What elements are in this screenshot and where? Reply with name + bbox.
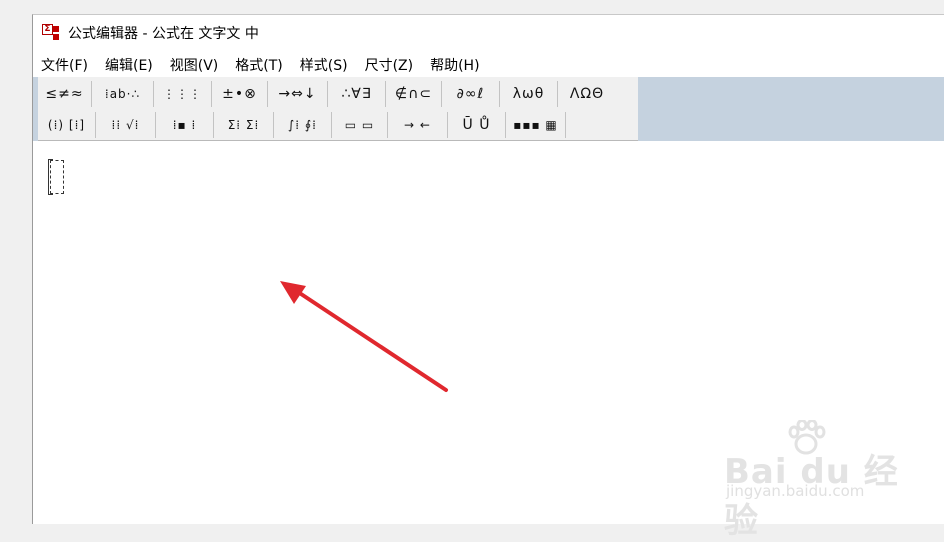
greek-lowercase-icon[interactable]: λωθ	[500, 81, 558, 107]
products-set-theory-templates-icon[interactable]: Ū Ů	[448, 112, 506, 138]
integral-templates-icon[interactable]: ∫⁞ ∮⁞	[274, 112, 332, 138]
template-palette-row: (⁞) [⁞] ⁞⁞ √⁞ ⁞▪ ⁞ Σ⁞ Σ⁞ ∫⁞ ∮⁞ ▭ ▭ → ← Ū…	[38, 110, 566, 140]
subscript-superscript-templates-icon[interactable]: ⁞▪ ⁞	[156, 112, 214, 138]
app-icon-block-bottom	[53, 34, 59, 40]
underbar-overbar-templates-icon[interactable]: ▭ ▭	[332, 112, 388, 138]
menu-size[interactable]: 尺寸(Z)	[365, 55, 414, 75]
menu-file[interactable]: 文件(F)	[41, 55, 88, 75]
baidu-jingyan-watermark: Bai du 经验 jingyan.baidu.com	[724, 420, 924, 541]
window-title: 公式编辑器 - 公式在 文字文 中	[68, 26, 259, 42]
matrix-templates-icon[interactable]: ▪▪▪ ▦	[506, 112, 566, 138]
relational-symbols-icon[interactable]: ≤≠≈	[38, 81, 92, 107]
fence-templates-icon[interactable]: (⁞) [⁞]	[38, 112, 96, 138]
title-bar[interactable]: Σ 公式编辑器 - 公式在 文字文 中	[33, 15, 944, 51]
menu-style[interactable]: 样式(S)	[300, 55, 348, 75]
greek-uppercase-icon[interactable]: ΛΩΘ	[558, 81, 616, 107]
summation-templates-icon[interactable]: Σ⁞ Σ⁞	[214, 112, 274, 138]
embellishments-icon[interactable]: ⋮⋮⋮	[154, 81, 212, 107]
equation-toolbar: ≤≠≈ ⁞ab·∴ ⋮⋮⋮ ±•⊗ →⇔↓ ∴∀∃ ∉∩⊂ ∂∞ℓ λωθ ΛΩ…	[38, 77, 638, 141]
menu-bar: 文件(F) 编辑(E) 视图(V) 格式(T) 样式(S) 尺寸(Z) 帮助(H…	[33, 53, 944, 77]
equation-editor-app-icon: Σ	[42, 24, 60, 42]
logical-symbols-icon[interactable]: ∴∀∃	[328, 81, 386, 107]
menu-help[interactable]: 帮助(H)	[430, 55, 479, 75]
arrow-symbols-icon[interactable]: →⇔↓	[268, 81, 328, 107]
menu-edit[interactable]: 编辑(E)	[105, 55, 153, 75]
operator-symbols-icon[interactable]: ±•⊗	[212, 81, 268, 107]
labeled-arrow-templates-icon[interactable]: → ←	[388, 112, 448, 138]
fraction-radical-templates-icon[interactable]: ⁞⁞ √⁞	[96, 112, 156, 138]
spaces-ellipses-icon[interactable]: ⁞ab·∴	[92, 81, 154, 107]
toolbar-area: ≤≠≈ ⁞ab·∴ ⋮⋮⋮ ±•⊗ →⇔↓ ∴∀∃ ∉∩⊂ ∂∞ℓ λωθ ΛΩ…	[33, 77, 944, 141]
app-icon-block-top	[53, 26, 59, 32]
miscellaneous-symbols-icon[interactable]: ∂∞ℓ	[442, 81, 500, 107]
set-theory-symbols-icon[interactable]: ∉∩⊂	[386, 81, 442, 107]
menu-format[interactable]: 格式(T)	[235, 55, 282, 75]
empty-slot-placeholder[interactable]	[48, 159, 64, 195]
watermark-url: jingyan.baidu.com	[726, 482, 865, 500]
sigma-glyph: Σ	[42, 24, 53, 35]
symbol-palette-row: ≤≠≈ ⁞ab·∴ ⋮⋮⋮ ±•⊗ →⇔↓ ∴∀∃ ∉∩⊂ ∂∞ℓ λωθ ΛΩ…	[38, 79, 616, 109]
menu-view[interactable]: 视图(V)	[170, 55, 219, 75]
